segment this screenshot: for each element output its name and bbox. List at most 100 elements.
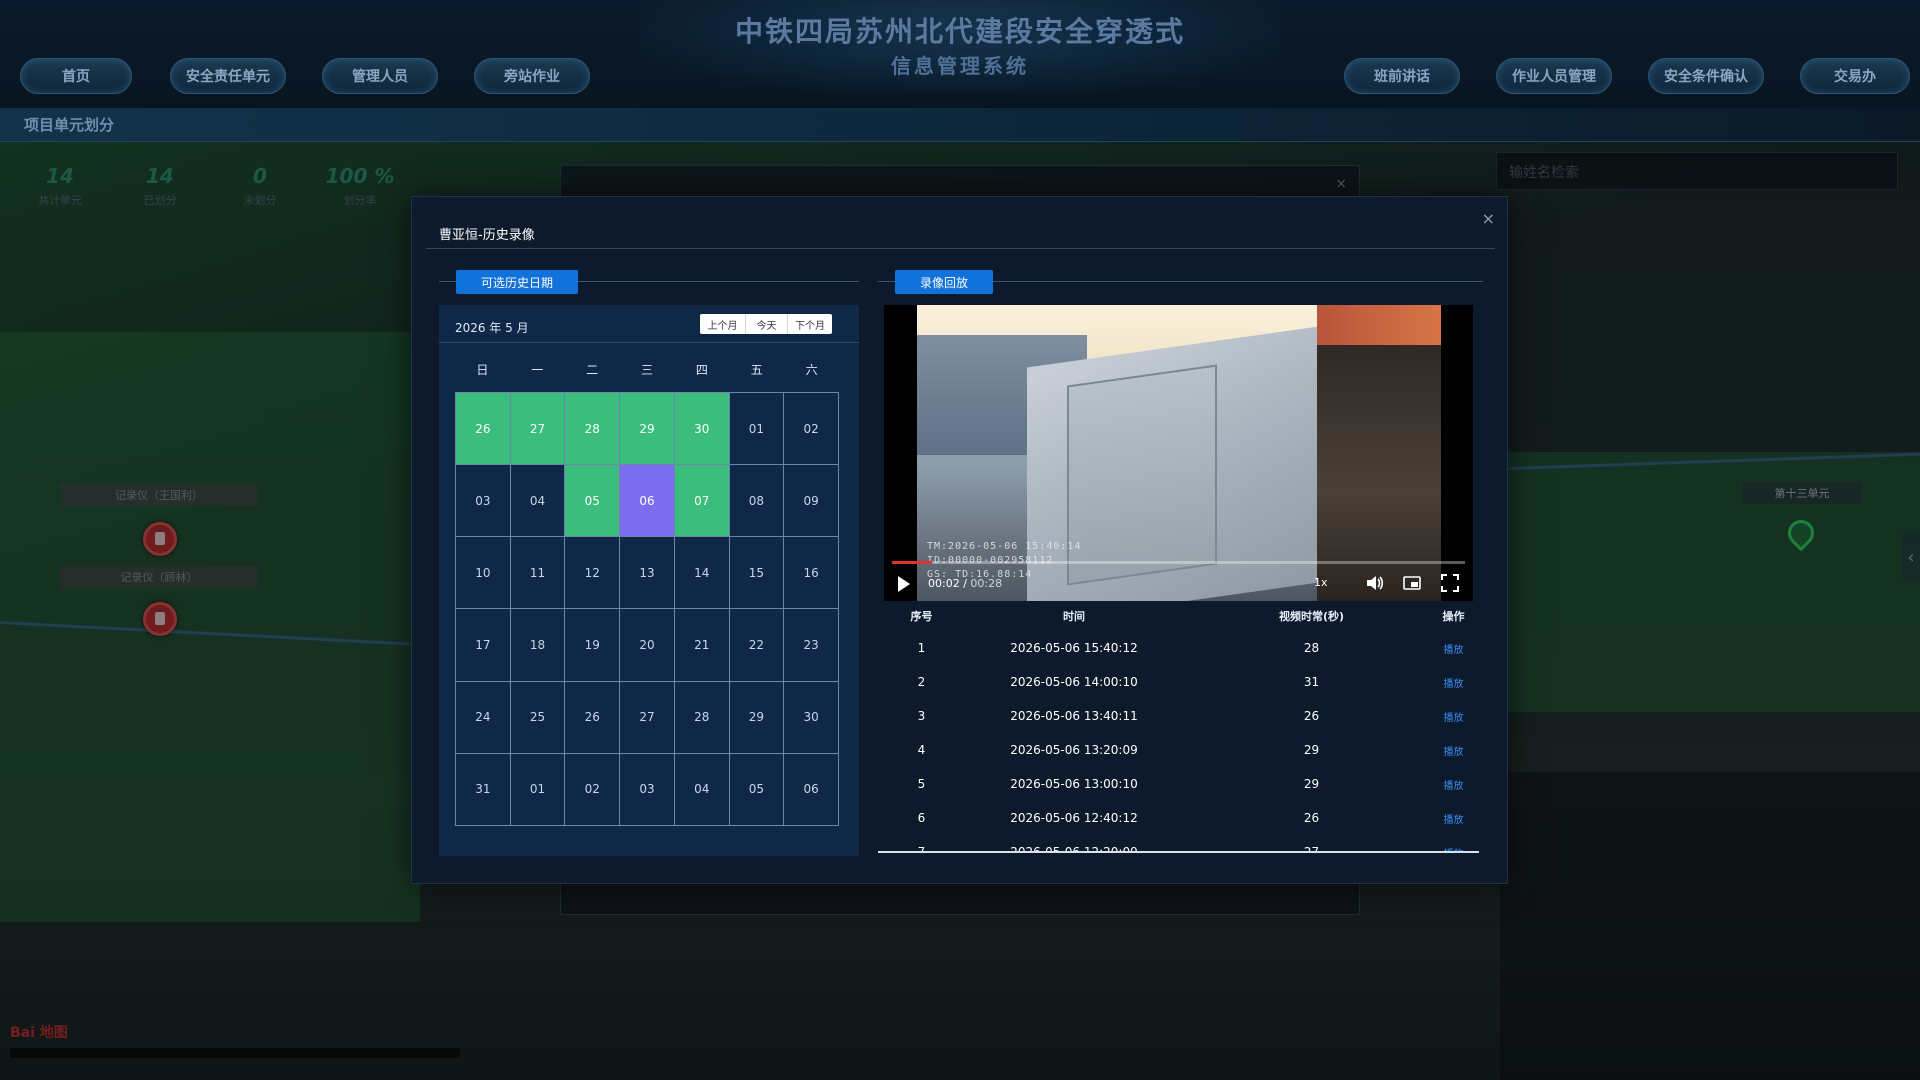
today-button[interactable]: 今天 [746,314,788,334]
calendar-day[interactable]: 23 [784,609,839,682]
system-subtitle: 信息管理系统 [891,54,1029,78]
cell-no: 3 [917,709,926,723]
calendar-day[interactable]: 01 [510,753,566,826]
cell-time: 2026-05-06 12:40:12 [1010,811,1138,825]
cell-duration: 29 [1303,777,1320,791]
calendar-day[interactable]: 14 [674,537,730,610]
cell-duration: 28 [1303,641,1320,655]
cell-duration: 26 [1303,709,1320,723]
calendar-day[interactable]: 03 [620,753,675,826]
nav-pre-shift-talk[interactable]: 班前讲话 [1344,58,1460,94]
cell-time: 2026-05-06 15:40:12 [1010,641,1138,655]
calendar-day[interactable]: 13 [620,537,675,610]
table-row: 3 2026-05-06 13:40:11 26 播放 [884,699,1473,733]
calendar-day[interactable]: 24 [456,681,511,754]
cell-time: 2026-05-06 13:20:09 [1010,743,1138,757]
cell-duration: 31 [1303,675,1320,689]
nav-worker-management[interactable]: 作业人员管理 [1496,58,1612,94]
calendar-day[interactable]: 08 [729,465,785,538]
prev-month-button[interactable]: 上个月 [700,314,746,334]
play-link[interactable]: 播放 [1434,811,1473,826]
nav-transaction-office[interactable]: 交易办 [1800,58,1910,94]
playback-speed-button[interactable]: 1x [1314,576,1328,589]
calendar-day[interactable]: 09 [784,465,839,538]
tab-video-playback[interactable]: 录像回放 [895,270,993,294]
calendar-day[interactable]: 02 [565,753,621,826]
calendar-day[interactable]: 15 [729,537,785,610]
cell-time: 2026-05-06 13:40:11 [1010,709,1138,723]
fullscreen-icon[interactable] [1440,573,1460,593]
column-header-time: 时间 [1063,610,1085,623]
calendar-day[interactable]: 05 [729,753,785,826]
calendar-day[interactable]: 03 [456,465,511,538]
calendar-day[interactable]: 25 [510,681,566,754]
cell-time: 2026-05-06 14:00:10 [1010,675,1138,689]
calendar-day[interactable]: 01 [729,393,785,466]
calendar-day[interactable]: 27 [510,393,566,466]
next-month-button[interactable]: 下个月 [788,314,832,334]
nav-home[interactable]: 首页 [20,58,132,94]
page-section-title: 项目单元划分 [24,116,115,134]
cell-no: 6 [917,811,926,825]
table-row: 6 2026-05-06 12:40:12 26 播放 [884,801,1473,835]
video-section-header: 录像回放 [878,270,1483,294]
calendar-day[interactable]: 04 [510,465,566,538]
calendar-day[interactable]: 28 [565,393,621,466]
calendar-day[interactable]: 26 [565,681,621,754]
cell-no: 5 [917,777,926,791]
weekday-header: 日一二三四五六 [455,361,839,378]
picture-in-picture-icon[interactable] [1402,573,1422,593]
calendar-day[interactable]: 18 [510,609,566,682]
play-link[interactable]: 播放 [1434,641,1473,656]
video-controls: 00:02 / 00:28 1x [884,567,1473,601]
page-subbar: 项目单元划分 [0,108,1920,142]
video-player[interactable]: TM:2026-05-06 15:40:14 ID:00000-00295811… [884,305,1473,601]
calendar-day-selected[interactable]: 06 [620,465,675,538]
calendar-day[interactable]: 12 [565,537,621,610]
calendar-day[interactable]: 07 [674,465,730,538]
calendar-day[interactable]: 21 [674,609,730,682]
calendar-day[interactable]: 20 [620,609,675,682]
calendar-day[interactable]: 11 [510,537,566,610]
recording-list: 序号 时间 视频时常(秒) 操作 1 2026-05-06 15:40:12 28 播… [884,601,1473,851]
play-link[interactable]: 播放 [1434,777,1473,792]
nav-side-station[interactable]: 旁站作业 [474,58,590,94]
cell-no: 1 [917,641,926,655]
tab-available-dates[interactable]: 可选历史日期 [456,270,578,294]
close-icon[interactable]: × [1482,209,1495,228]
column-header-action: 操作 [1442,610,1465,623]
calendar-day[interactable]: 22 [729,609,785,682]
play-link[interactable]: 播放 [1434,709,1473,724]
calendar-day[interactable]: 16 [784,537,839,610]
nav-managers[interactable]: 管理人员 [322,58,438,94]
play-icon[interactable] [898,576,910,592]
calendar-day[interactable]: 17 [456,609,511,682]
calendar-day[interactable]: 04 [674,753,730,826]
play-link[interactable]: 播放 [1434,743,1473,758]
calendar-day[interactable]: 06 [784,753,839,826]
calendar-day[interactable]: 28 [674,681,730,754]
calendar-day[interactable]: 19 [565,609,621,682]
video-scene-shadow [1317,325,1441,601]
video-current-time: 00:02 [928,577,960,590]
nav-safety-condition[interactable]: 安全条件确认 [1648,58,1764,94]
play-link[interactable]: 播放 [1434,675,1473,690]
nav-safety-unit[interactable]: 安全责任单元 [170,58,286,94]
video-progress-bar[interactable] [892,561,1465,564]
calendar-day[interactable]: 10 [456,537,511,610]
volume-icon[interactable] [1364,573,1384,593]
calendar-day[interactable]: 30 [674,393,730,466]
calendar-day[interactable]: 26 [456,393,511,466]
calendar-day[interactable]: 30 [784,681,839,754]
column-header-no: 序号 [910,610,933,623]
calendar-day[interactable]: 29 [620,393,675,466]
weekday-label: 日 [476,363,489,377]
calendar-day[interactable]: 27 [620,681,675,754]
weekday-label: 一 [531,363,544,377]
calendar-day[interactable]: 05 [565,465,621,538]
close-icon[interactable]: × [1335,176,1347,192]
calendar-day[interactable]: 02 [784,393,839,466]
calendar-day[interactable]: 31 [456,753,511,826]
calendar-month-label: 2026 年 5 月 [455,321,529,335]
calendar-day[interactable]: 29 [729,681,785,754]
